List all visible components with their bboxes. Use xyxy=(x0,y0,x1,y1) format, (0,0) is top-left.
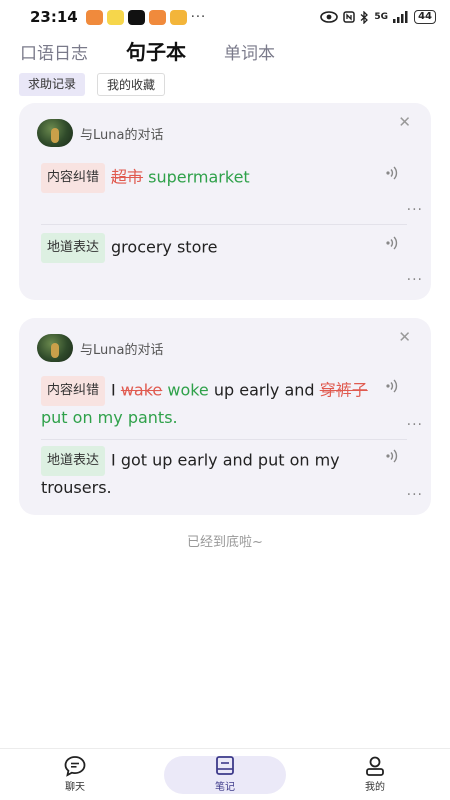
top-tabs: 口语日志 句子本 单词本 xyxy=(20,36,275,65)
avatar xyxy=(37,334,73,362)
more-options-icon[interactable]: ··· xyxy=(407,202,423,218)
battery-level: 44 xyxy=(414,10,436,24)
native-tag: 地道表达 xyxy=(41,233,106,263)
filter-my-favorites[interactable]: 我的收藏 xyxy=(97,73,166,96)
wrong-text: 超市 xyxy=(111,167,144,187)
native-text: grocery store xyxy=(111,237,218,257)
native-line: 地道表达 I got up early and put on my trouser… xyxy=(41,446,407,500)
nav-profile[interactable]: 我的 xyxy=(340,755,410,793)
status-time: 23:14 xyxy=(30,8,78,26)
notification-icons xyxy=(85,9,187,25)
avatar xyxy=(37,119,73,147)
notebook-icon xyxy=(216,756,234,775)
status-bar: 23:14 ··· 5G 44 xyxy=(0,0,450,34)
nav-label: 笔记 xyxy=(215,782,235,793)
nav-notes[interactable]: 笔记 xyxy=(190,755,260,793)
native-entry: 地道表达 grocery store xyxy=(41,233,407,263)
sentence-prefix: I xyxy=(111,380,116,400)
filter-help-records[interactable]: 求助记录 xyxy=(19,73,86,96)
more-notifications-icon: ··· xyxy=(190,9,207,25)
nav-label: 我的 xyxy=(365,782,385,793)
tiktok-icon xyxy=(127,9,145,25)
filter-chips: 求助记录 我的收藏 xyxy=(19,73,166,96)
card-header: 与Luna的对话 xyxy=(37,119,163,147)
correction-line: 内容纠错 I wake woke up early and 穿裤子 put on … xyxy=(41,376,407,430)
bottom-nav: 聊天 笔记 我的 xyxy=(0,748,450,800)
more-options-icon[interactable]: ··· xyxy=(407,487,423,503)
corrected-text: woke xyxy=(167,380,209,400)
correction-line: 内容纠错 超市 supermarket xyxy=(41,163,407,193)
nav-chat[interactable]: 聊天 xyxy=(40,755,110,793)
correction-entry: 内容纠错 超市 supermarket xyxy=(41,163,407,193)
more-options-icon[interactable]: ··· xyxy=(407,272,423,288)
wrong-text: wake xyxy=(120,380,163,400)
signal-icon xyxy=(393,11,408,23)
app-notification-icon xyxy=(85,9,103,25)
corrected-text: put on my pants. xyxy=(41,408,178,427)
speaker-icon[interactable] xyxy=(385,165,401,181)
tab-sentence-book[interactable]: 句子本 xyxy=(126,36,186,65)
correction-tag: 内容纠错 xyxy=(41,376,106,406)
sentence-card: 与Luna的对话 ✕ 内容纠错 超市 supermarket ··· 地道表达 gr… xyxy=(19,103,431,300)
system-status: 5G 44 xyxy=(320,10,436,24)
end-of-list-text: 已经到底啦~ xyxy=(187,535,263,550)
close-icon[interactable]: ✕ xyxy=(398,328,411,346)
app-notification-icon xyxy=(169,9,187,25)
native-line: 地道表达 grocery store xyxy=(41,233,407,263)
app-notification-icon xyxy=(148,9,166,25)
correction-tag: 内容纠错 xyxy=(41,163,106,193)
divider xyxy=(41,224,407,225)
chat-bubble-icon xyxy=(64,756,86,777)
eye-icon xyxy=(320,11,339,23)
sentence-card: 与Luna的对话 ✕ 内容纠错 I wake woke up early and … xyxy=(19,318,431,515)
native-tag: 地道表达 xyxy=(41,446,106,476)
speaker-icon[interactable] xyxy=(385,235,401,251)
divider xyxy=(41,439,407,440)
sentence-middle: up early and xyxy=(213,380,315,400)
correction-entry: 内容纠错 I wake woke up early and 穿裤子 put on … xyxy=(41,376,407,430)
native-entry: 地道表达 I got up early and put on my trouser… xyxy=(41,446,407,500)
card-title: 与Luna的对话 xyxy=(80,342,164,358)
nfc-icon xyxy=(343,11,356,23)
speaker-icon[interactable] xyxy=(385,448,401,464)
network-type: 5G xyxy=(374,12,389,22)
person-icon xyxy=(366,756,384,776)
card-title: 与Luna的对话 xyxy=(80,127,164,143)
speaker-icon[interactable] xyxy=(385,378,401,394)
more-options-icon[interactable]: ··· xyxy=(407,417,423,433)
wrong-text: 穿裤子 xyxy=(319,380,368,400)
app-notification-icon xyxy=(106,9,124,25)
close-icon[interactable]: ✕ xyxy=(398,113,411,131)
bluetooth-icon xyxy=(360,10,369,24)
corrected-text: supermarket xyxy=(148,167,250,187)
nav-label: 聊天 xyxy=(65,782,85,793)
tab-word-book[interactable]: 单词本 xyxy=(224,39,275,64)
tab-speaking-log[interactable]: 口语日志 xyxy=(20,39,88,64)
card-header: 与Luna的对话 xyxy=(37,334,163,362)
